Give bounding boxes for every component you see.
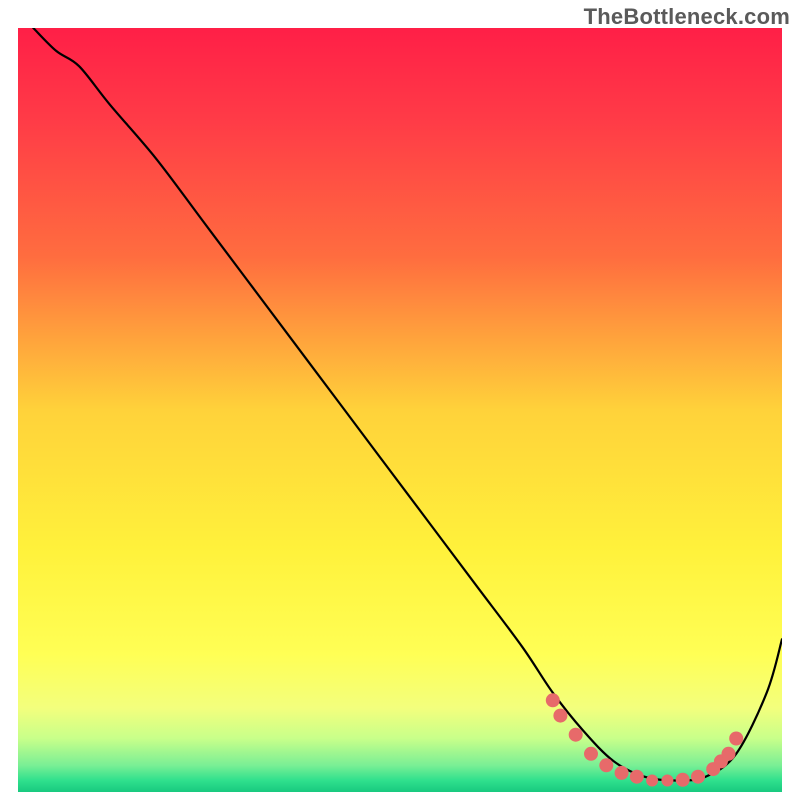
gradient-background [18,28,782,792]
highlight-dot [676,773,690,787]
highlight-dot [546,693,560,707]
highlight-dot [722,747,736,761]
chart-container: TheBottleneck.com [0,0,800,800]
highlight-dot [691,770,705,784]
plot-area [18,28,782,792]
highlight-dot [729,732,743,746]
highlight-dot [584,747,598,761]
chart-svg [18,28,782,792]
highlight-dot [630,770,644,784]
highlight-dot [615,766,629,780]
watermark-text: TheBottleneck.com [584,4,790,30]
highlight-dot [569,728,583,742]
highlight-dot [646,775,658,787]
highlight-dot [599,758,613,772]
highlight-dot [553,709,567,723]
highlight-dot [661,775,673,787]
